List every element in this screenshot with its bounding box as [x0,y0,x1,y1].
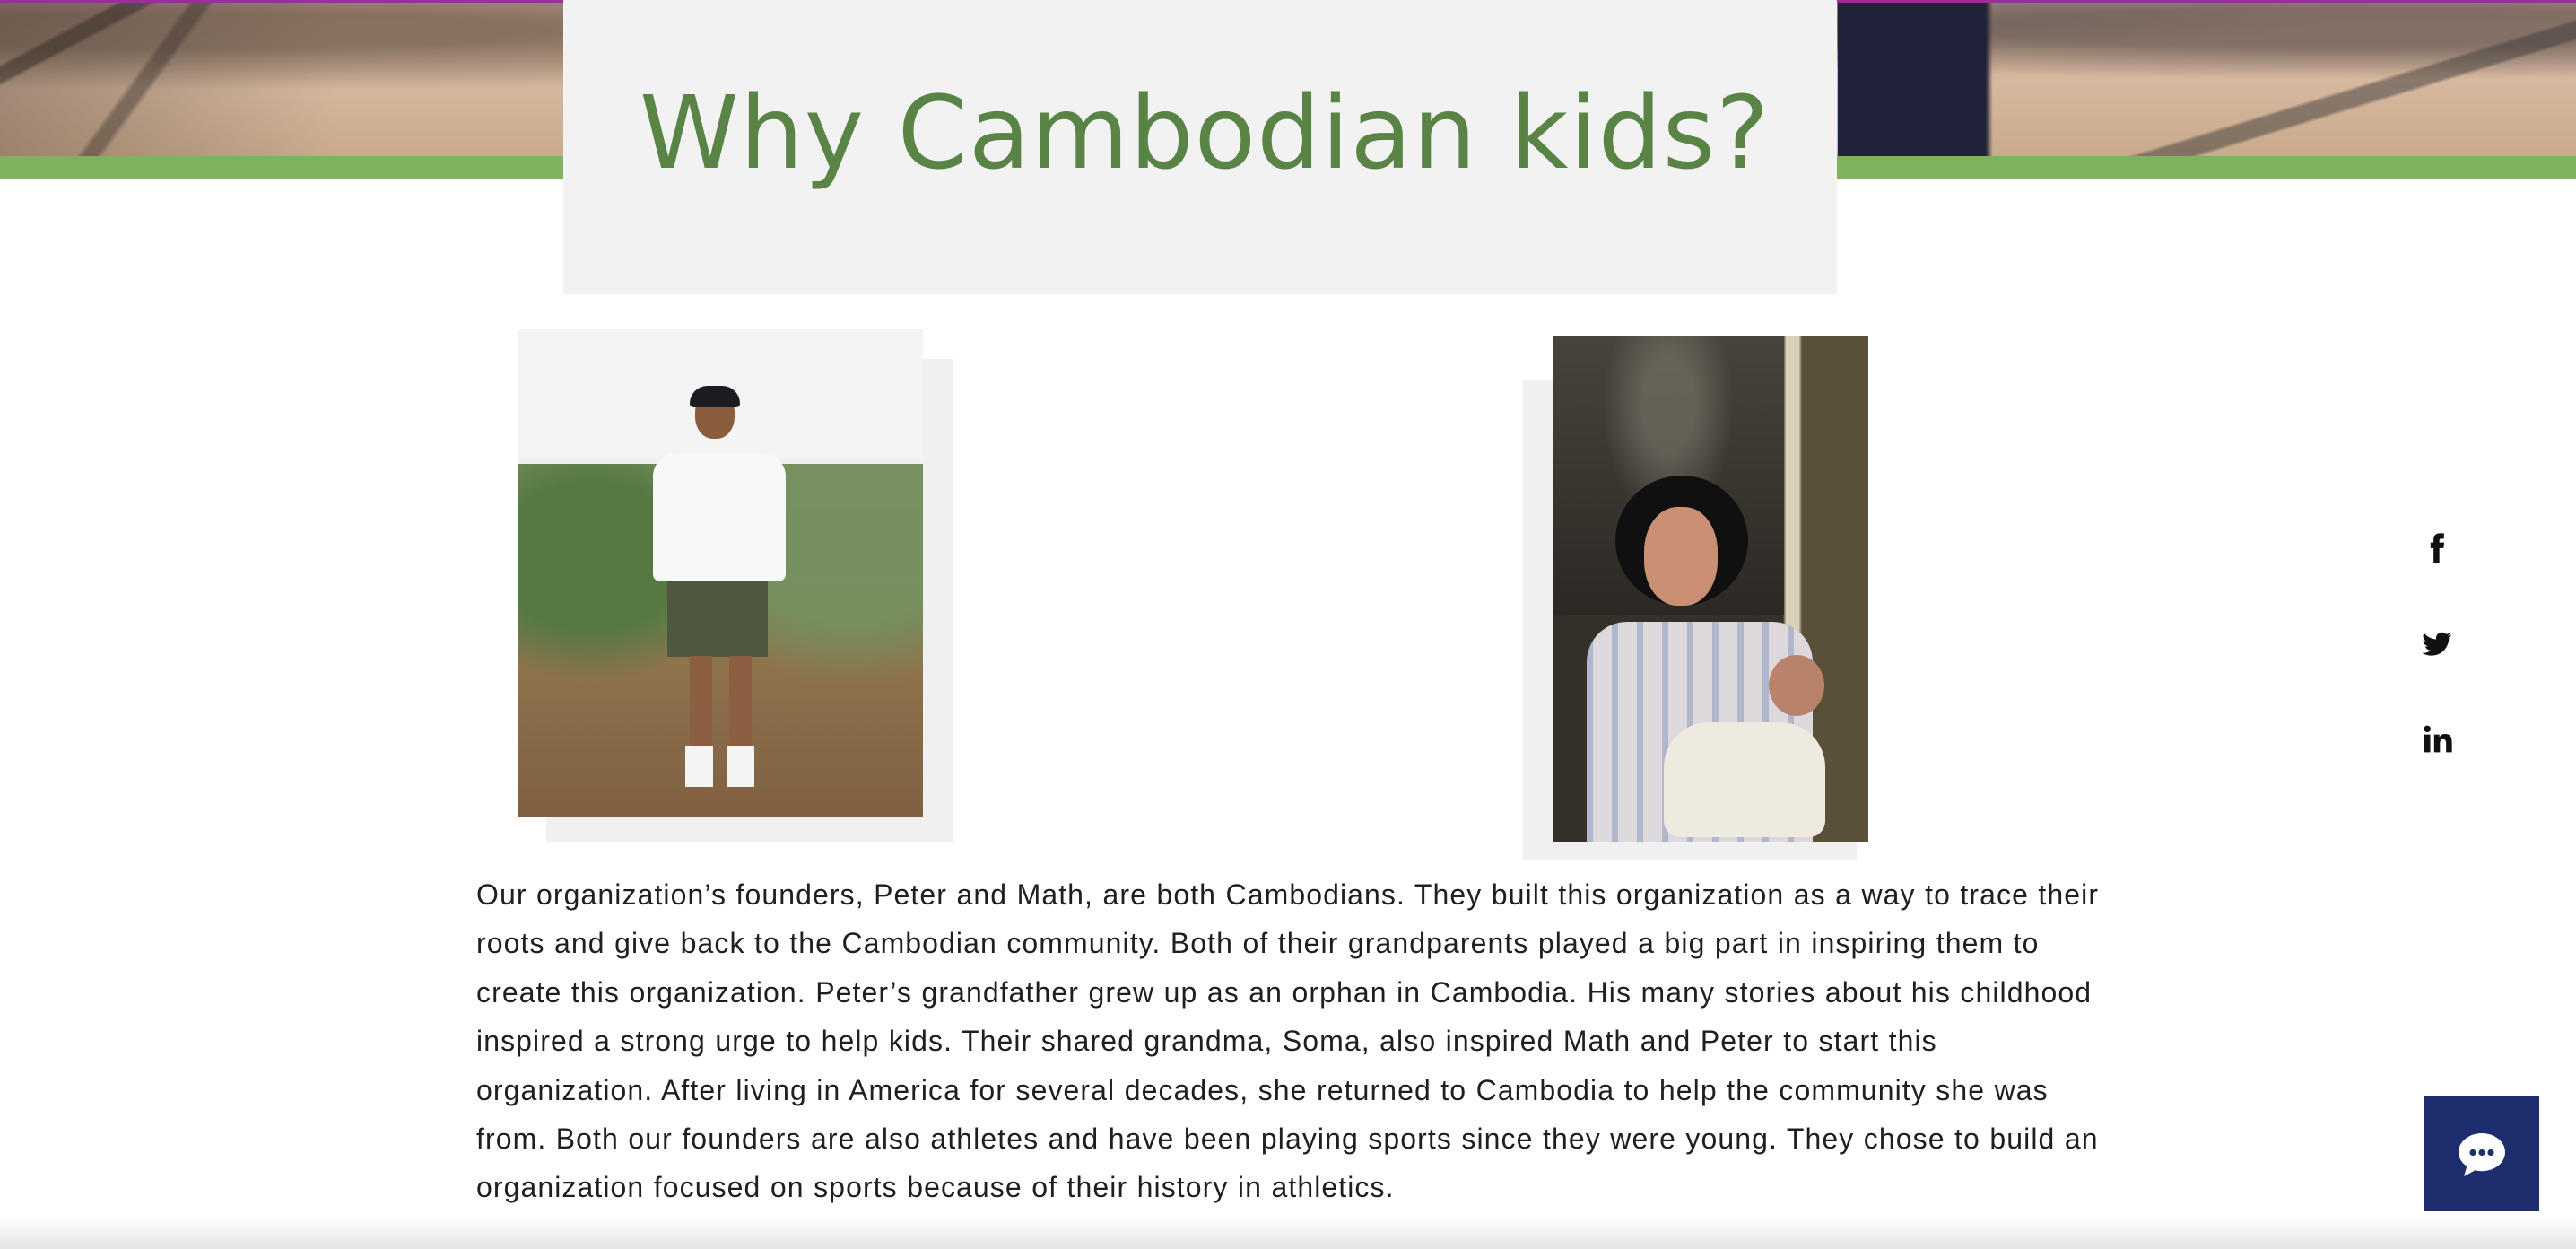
photo-person-shirt [653,453,786,581]
photo-baby-head [1769,655,1824,716]
social-share-bar [2413,525,2459,753]
photo-person-shorts [667,581,768,657]
hero-photo-right-person [1838,0,2576,156]
photo-baby-blanket [1664,722,1825,837]
photo-woman-face [1644,507,1718,606]
photo-person-right-sock [727,746,754,787]
linkedin-icon[interactable] [2413,717,2459,764]
photo-person-cap [690,386,740,407]
chat-button[interactable] [2424,1096,2539,1211]
grandma-and-baby-photo [1553,336,1868,842]
founder-peter-photo [518,329,923,817]
website-page: Why Cambodian kids? Our organization’s f… [0,0,2576,1249]
twitter-icon[interactable] [2413,621,2459,668]
founders-story-text: Our organization’s founders, Peter and M… [476,878,2100,1204]
chat-bubble-icon [2459,1133,2505,1176]
facebook-icon[interactable] [2413,525,2459,572]
hero-photo-left-shadows [0,0,563,156]
bottom-edge-fade [0,1215,2576,1249]
photo-person-left-sock [685,746,713,787]
page-title: Why Cambodian kids? [640,75,1771,192]
